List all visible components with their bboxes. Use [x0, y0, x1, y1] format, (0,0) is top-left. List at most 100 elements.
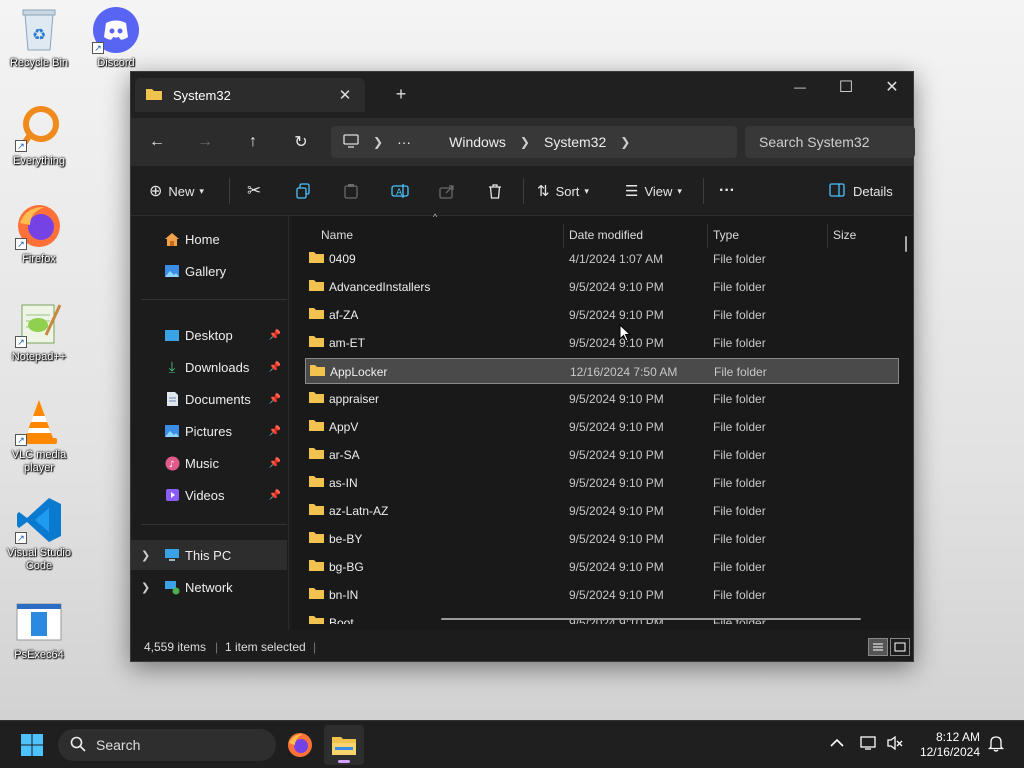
tiles-view-button[interactable] [890, 638, 910, 656]
navigation-pane: Home Gallery Desktop 📌 ⤓ Downloads 📌 Doc… [131, 216, 289, 630]
file-row[interactable]: be-BY 9/5/2024 9:10 PM File folder [305, 526, 899, 552]
file-date-modified: 9/5/2024 9:10 PM [569, 420, 664, 434]
file-name: bg-BG [329, 560, 364, 574]
nav-item-network[interactable]: ❯ Network [131, 572, 287, 602]
horizontal-scrollbar[interactable] [441, 618, 861, 620]
desktop-icon-vscode[interactable]: ↗ Visual Studio Code [1, 496, 77, 573]
pin-icon[interactable]: 📌 [269, 490, 281, 501]
rename-icon[interactable]: A [391, 179, 409, 203]
chevron-right-icon[interactable]: ❯ [141, 549, 150, 562]
tab-close-icon[interactable]: ✕ [335, 86, 355, 104]
desktop-icon-psexec[interactable]: PsExec64 [1, 598, 77, 662]
file-row[interactable]: AppLocker 12/16/2024 7:50 AM File folder [305, 358, 899, 384]
desktop-icon-vlc[interactable]: ↗ VLC media player [1, 398, 77, 475]
nav-item-this-pc[interactable]: ❯ This PC [131, 540, 287, 570]
file-row[interactable]: af-ZA 9/5/2024 9:10 PM File folder [305, 302, 899, 328]
minimize-button[interactable]: — [777, 72, 823, 102]
breadcrumb-more-icon[interactable]: ··· [397, 134, 411, 150]
start-button[interactable] [12, 725, 52, 765]
status-bar: 4,559 items | 1 item selected | [131, 631, 913, 661]
breadcrumb-system32[interactable]: System32 [544, 134, 606, 150]
tab-system32[interactable]: System32 ✕ [135, 78, 365, 112]
file-name: AppLocker [330, 365, 388, 379]
taskbar-search[interactable]: Search [58, 729, 276, 761]
delete-icon[interactable] [487, 179, 503, 203]
forward-arrow-icon[interactable]: → [193, 130, 217, 154]
pin-icon[interactable]: 📌 [269, 426, 281, 437]
taskbar-file-explorer[interactable] [324, 725, 364, 765]
desktop-icon-label: Notepad++ [11, 351, 67, 363]
cut-icon[interactable]: ✂ [247, 179, 261, 203]
video-icon [163, 486, 181, 504]
nav-item-videos[interactable]: Videos 📌 [131, 480, 287, 510]
chevron-right-icon[interactable]: ❯ [141, 581, 150, 594]
pin-icon[interactable]: 📌 [269, 330, 281, 341]
breadcrumb-windows[interactable]: Windows [449, 134, 506, 150]
chevron-up-icon[interactable] [830, 735, 844, 751]
file-row[interactable]: AppV 9/5/2024 9:10 PM File folder [305, 414, 899, 440]
details-view-button[interactable] [868, 638, 888, 656]
nav-item-documents[interactable]: Documents 📌 [131, 384, 287, 414]
network-status-icon[interactable] [860, 735, 878, 754]
notification-bell-icon[interactable] [987, 735, 1005, 755]
file-row[interactable]: Boot 9/5/2024 9:10 PM File folder [305, 610, 899, 624]
file-row[interactable]: az-Latn-AZ 9/5/2024 9:10 PM File folder [305, 498, 899, 524]
details-button[interactable]: Details [829, 179, 893, 203]
plus-circle-icon: ⊕ [149, 183, 163, 200]
nav-item-home[interactable]: Home [131, 224, 287, 254]
file-list-pane: ^ Name Date modified Type Size 0409 4/1/2… [291, 212, 913, 630]
nav-item-gallery[interactable]: Gallery [131, 256, 287, 286]
file-date-modified: 9/5/2024 9:10 PM [569, 504, 664, 518]
taskbar-clock[interactable]: 8:12 AM 12/16/2024 [920, 730, 980, 760]
file-row[interactable]: as-IN 9/5/2024 9:10 PM File folder [305, 470, 899, 496]
new-button[interactable]: ⊕ New ▾ [149, 179, 204, 203]
desktop-icon-discord[interactable]: ↗ Discord [78, 6, 154, 70]
file-row[interactable]: bg-BG 9/5/2024 9:10 PM File folder [305, 554, 899, 580]
volume-muted-icon[interactable] [886, 735, 904, 754]
file-date-modified: 9/5/2024 9:10 PM [569, 532, 664, 546]
file-row[interactable]: ar-SA 9/5/2024 9:10 PM File folder [305, 442, 899, 468]
file-row[interactable]: 0409 4/1/2024 1:07 AM File folder [305, 246, 899, 272]
sort-label: Sort [555, 183, 580, 199]
paste-icon[interactable] [343, 179, 359, 203]
nav-item-music[interactable]: ♪ Music 📌 [131, 448, 287, 478]
music-icon: ♪ [163, 454, 181, 472]
file-row[interactable]: appraiser 9/5/2024 9:10 PM File folder [305, 386, 899, 412]
sort-button[interactable]: ⇅ Sort ▾ [537, 179, 589, 203]
vertical-scrollbar[interactable] [905, 236, 907, 252]
view-button[interactable]: ☰ View ▾ [625, 179, 682, 203]
search-input[interactable]: Search System32 [745, 126, 915, 158]
back-arrow-icon[interactable]: ← [145, 130, 169, 154]
desktop-icon-recycle-bin[interactable]: ♻ Recycle Bin [1, 6, 77, 70]
details-view-icon [873, 643, 883, 651]
desktop-icon-notepadpp[interactable]: ↗ Notepad++ [1, 300, 77, 364]
desktop-icon-everything[interactable]: ↗ Everything [1, 104, 77, 168]
close-button[interactable]: ✕ [869, 72, 915, 102]
pin-icon[interactable]: 📌 [269, 362, 281, 373]
pin-icon[interactable]: 📌 [269, 394, 281, 405]
file-row[interactable]: am-ET 9/5/2024 9:10 PM File folder [305, 330, 899, 356]
file-type: File folder [714, 365, 767, 379]
nav-item-pictures[interactable]: Pictures 📌 [131, 416, 287, 446]
more-options-button[interactable]: ··· [719, 179, 735, 203]
firefox-icon: ↗ [15, 202, 63, 250]
file-row[interactable]: bn-IN 9/5/2024 9:10 PM File folder [305, 582, 899, 608]
pin-icon[interactable]: 📌 [269, 458, 281, 469]
copy-icon[interactable] [295, 179, 311, 203]
taskbar-firefox[interactable] [280, 725, 320, 765]
maximize-button[interactable]: ☐ [823, 72, 869, 102]
refresh-icon[interactable]: ↻ [289, 130, 313, 154]
desktop-icon-label: Visual Studio Code [6, 547, 71, 572]
file-date-modified: 12/16/2024 7:50 AM [570, 365, 678, 379]
file-date-modified: 9/5/2024 9:10 PM [569, 280, 664, 294]
breadcrumb[interactable]: ❯ ··· ❯ Windows ❯ System32 ❯ [331, 126, 737, 158]
new-tab-button[interactable]: + [389, 84, 413, 105]
nav-item-label: This PC [185, 547, 232, 563]
item-count: 4,559 items [144, 640, 207, 654]
file-row[interactable]: AdvancedInstallers 9/5/2024 9:10 PM File f… [305, 274, 899, 300]
nav-item-desktop[interactable]: Desktop 📌 [131, 320, 287, 350]
nav-item-downloads[interactable]: ⤓ Downloads 📌 [131, 352, 287, 382]
up-arrow-icon[interactable]: ↑ [241, 130, 265, 154]
desktop-icon-firefox[interactable]: ↗ Firefox [1, 202, 77, 266]
share-icon[interactable] [439, 179, 455, 203]
